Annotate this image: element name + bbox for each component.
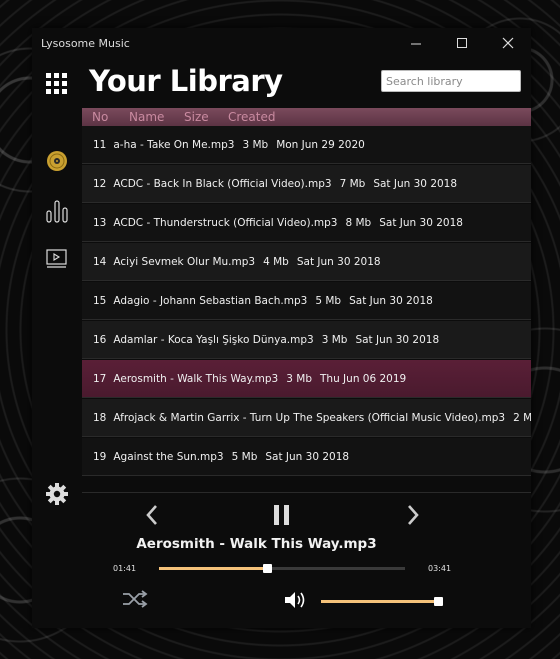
elapsed-time: 01:41 [113,564,137,573]
track-created: Sat Jun 30 2018 [265,451,350,463]
minimize-button[interactable] [393,28,439,58]
track-created: Sat Jun 30 2018 [379,217,463,229]
bars-icon [46,200,68,223]
track-size: 3 Mb [286,373,312,385]
volume-button[interactable] [282,588,308,612]
duration-time: 03:41 [428,564,452,573]
track-number: 17 [93,373,107,385]
chevron-left-icon [146,505,157,525]
track-size: 5 Mb [315,295,342,307]
shuffle-button[interactable] [120,587,150,611]
next-button[interactable] [401,502,425,528]
table-header: No Name Size Created [82,108,531,126]
column-header-created[interactable]: Created [228,110,276,124]
track-created: Sat Jun 30 2018 [296,256,381,268]
track-row[interactable]: 11 a-ha - Take On Me.mp3 3 Mb Mon Jun 29 20… [82,126,531,164]
track-created: Thu Jun 06 2019 [320,373,407,385]
column-header-no[interactable]: No [92,110,108,124]
previous-button[interactable] [140,502,164,528]
track-row[interactable]: 19 Against the Sun.mp3 5 Mb Sat Jun 30 2018 [82,438,531,476]
track-size: 3 Mb [242,139,269,151]
maximize-button[interactable] [439,28,485,58]
volume-icon [285,592,305,608]
sidebar-item-library[interactable] [44,148,70,174]
app-window: Lysosome Music Your Library Search libra… [32,28,531,628]
track-created: Sat Jun 30 2018 [355,334,440,346]
track-name: ACDC - Thunderstruck (Official Video).mp… [113,217,338,229]
seek-bar[interactable] [159,564,405,573]
video-icon [46,249,67,268]
disc-icon [47,151,67,171]
track-size: 2 Mb [513,412,531,424]
volume-slider[interactable] [321,597,443,606]
track-size: 3 Mb [321,334,348,346]
track-name: Adagio - Johann Sebastian Bach.mp3 [113,295,308,307]
track-number: 18 [93,412,107,424]
pause-button[interactable] [270,502,294,528]
track-name: Aciyi Sevmek Olur Mu.mp3 [113,256,256,268]
track-size: 5 Mb [231,451,258,463]
track-number: 15 [93,295,107,307]
track-row[interactable]: 16 Adamlar - Koca Yaşlı Şişko Dünya.mp3 3 … [82,321,531,359]
close-icon [502,37,514,49]
column-header-name[interactable]: Name [129,110,164,124]
track-row[interactable]: 17 Aerosmith - Walk This Way.mp3 3 Mb Thu J… [82,360,531,398]
volume-slider-fill [321,600,438,603]
track-name: Against the Sun.mp3 [113,451,224,463]
track-number: 16 [93,334,107,346]
sidebar-item-video[interactable] [44,246,70,272]
menu-button[interactable] [44,71,70,97]
track-number: 19 [93,451,107,463]
track-row[interactable]: 18 Afrojack & Martin Garrix - Turn Up The… [82,399,531,437]
title-bar: Lysosome Music [32,28,531,58]
now-playing-title: Aerosmith - Walk This Way.mp3 [136,536,377,552]
app-title: Lysosome Music [41,37,130,50]
seek-bar-fill [159,567,268,570]
track-size: 4 Mb [263,256,289,268]
chevron-right-icon [408,505,419,525]
pause-icon [274,505,289,525]
track-name: Adamlar - Koca Yaşlı Şişko Dünya.mp3 [113,334,314,346]
track-number: 13 [93,217,107,229]
page-title: Your Library [89,64,283,98]
track-row[interactable]: 12 ACDC - Back In Black (Official Video).… [82,165,531,203]
track-row[interactable]: 13 ACDC - Thunderstruck (Official Video).… [82,204,531,242]
track-number: 14 [93,256,107,268]
minimize-icon [410,43,421,44]
track-row[interactable]: 15 Adagio - Johann Sebastian Bach.mp3 5 Mb… [82,282,531,320]
track-created: Sat Jun 30 2018 [373,178,458,190]
track-name: a-ha - Take On Me.mp3 [113,139,235,151]
grid-icon [46,73,67,94]
settings-button[interactable] [44,481,70,507]
track-number: 12 [93,178,107,190]
track-name: Afrojack & Martin Garrix - Turn Up The S… [113,412,506,424]
volume-slider-thumb[interactable] [434,597,443,606]
track-name: Aerosmith - Walk This Way.mp3 [113,373,279,385]
track-row[interactable]: 14 Aciyi Sevmek Olur Mu.mp3 4 Mb Sat Jun 30… [82,243,531,281]
track-list[interactable]: 11 a-ha - Take On Me.mp3 3 Mb Mon Jun 29 20… [82,126,531,493]
track-name: ACDC - Back In Black (Official Video).mp… [113,178,332,190]
seek-bar-thumb[interactable] [263,564,273,573]
track-created: Mon Jun 29 2020 [276,139,365,151]
gear-icon [46,483,68,505]
close-button[interactable] [485,28,531,58]
maximize-icon [456,37,467,48]
column-header-size[interactable]: Size [184,110,209,124]
track-created: Sat Jun 30 2018 [349,295,433,307]
sidebar-item-stats[interactable] [44,198,70,224]
shuffle-icon [123,590,148,608]
track-number: 11 [93,139,107,151]
search-input[interactable] [381,70,521,92]
track-size: 7 Mb [339,178,366,190]
track-size: 8 Mb [345,217,372,229]
